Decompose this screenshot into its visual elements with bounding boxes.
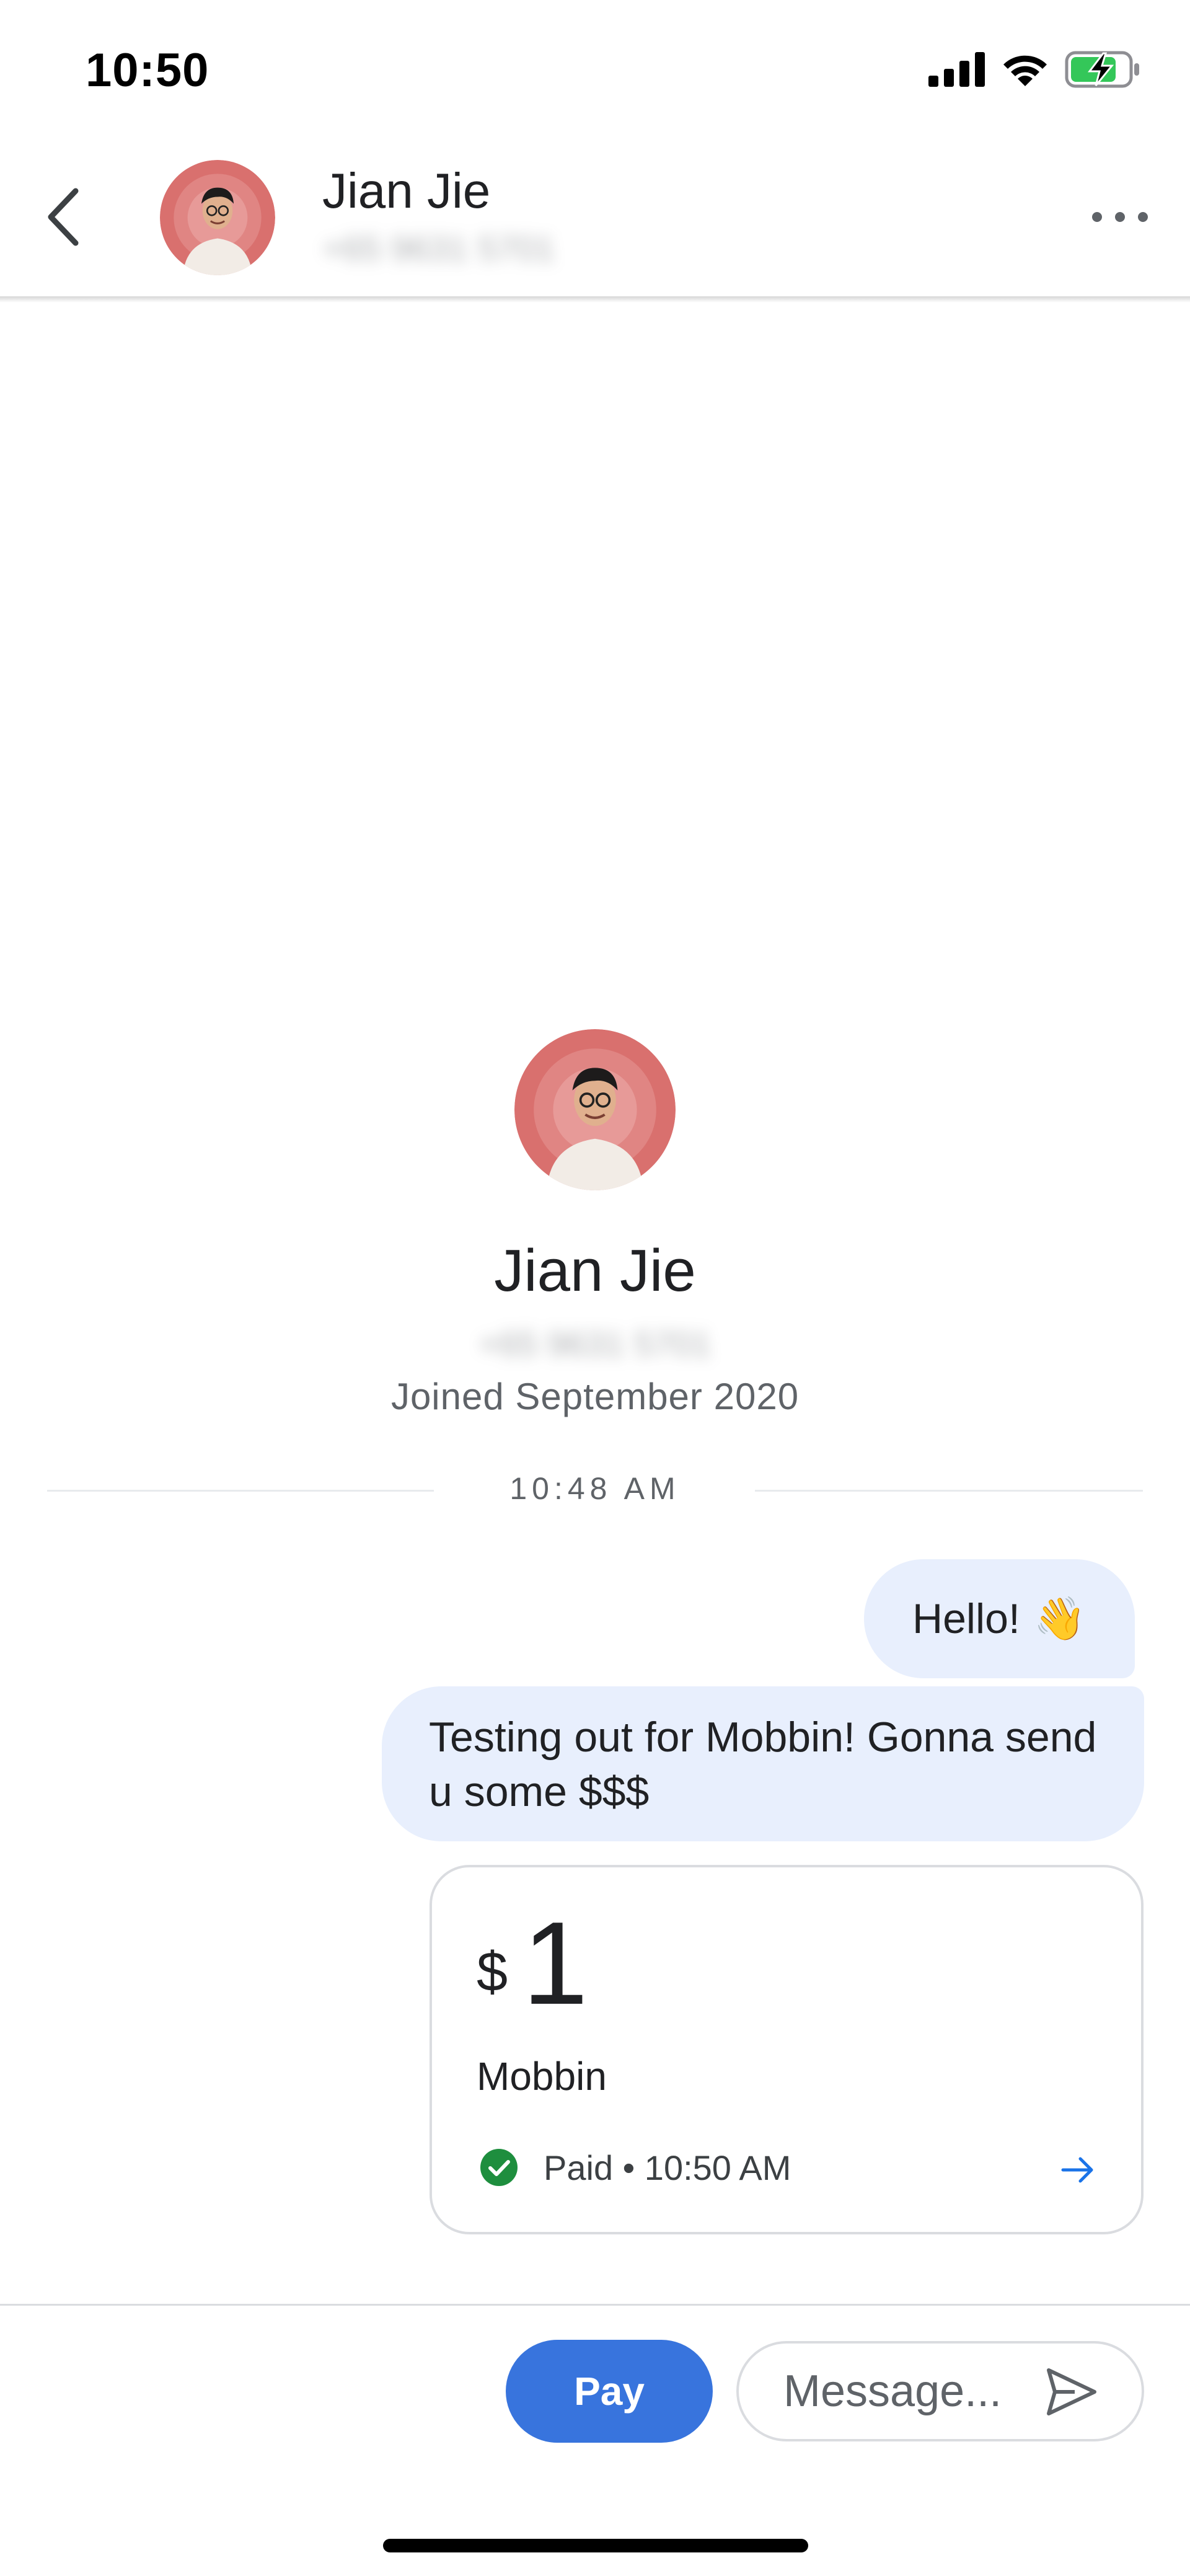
profile-phone: +65 9631 5701 bbox=[478, 1324, 712, 1363]
status-time: 10:50 bbox=[86, 44, 209, 97]
more-dot-icon bbox=[1115, 212, 1125, 222]
message-bubble[interactable]: Testing out for Mobbin! Gonna send u som… bbox=[382, 1686, 1144, 1841]
profile-joined-date: Joined September 2020 bbox=[390, 1376, 800, 1417]
send-icon[interactable] bbox=[1044, 2364, 1100, 2420]
arrow-right-icon[interactable] bbox=[1058, 2150, 1098, 2190]
profile-name: Jian Jie bbox=[494, 1237, 696, 1304]
chevron-left-icon bbox=[48, 188, 79, 246]
payment-note: Mobbin bbox=[477, 2054, 607, 2099]
payment-currency: $ bbox=[477, 1941, 508, 2003]
message-timestamp: 10:48 AM bbox=[509, 1471, 681, 1506]
avatar-photo bbox=[160, 160, 275, 275]
pay-button[interactable]: Pay bbox=[506, 2340, 713, 2443]
composer-divider bbox=[0, 2304, 1190, 2306]
more-dot-icon bbox=[1138, 212, 1148, 222]
signal-icon bbox=[928, 52, 985, 87]
header-shadow bbox=[0, 296, 1190, 303]
more-dot-icon bbox=[1092, 212, 1102, 222]
status-icons bbox=[928, 51, 1142, 88]
back-button[interactable] bbox=[38, 180, 88, 254]
message-placeholder: Message... bbox=[783, 2366, 1002, 2416]
payment-card[interactable]: $ 1 Mobbin Paid • 10:50 AM bbox=[430, 1865, 1144, 2234]
message-text: Testing out for Mobbin! Gonna send u som… bbox=[429, 1714, 1097, 1815]
payment-status: Paid • 10:50 AM bbox=[544, 2148, 791, 2187]
check-circle-icon bbox=[480, 2149, 518, 2186]
message-bubble[interactable]: Hello! 👋 bbox=[864, 1559, 1135, 1678]
contact-avatar[interactable] bbox=[160, 160, 275, 275]
header-contact-name: Jian Jie bbox=[322, 163, 491, 218]
message-text: Hello! bbox=[912, 1595, 1020, 1642]
waving-hand-emoji: 👋 bbox=[1033, 1595, 1086, 1642]
profile-avatar bbox=[514, 1029, 676, 1190]
battery-charging-icon bbox=[1065, 51, 1139, 88]
wifi-icon bbox=[1003, 55, 1047, 86]
avatar-photo bbox=[514, 1029, 676, 1190]
more-options-button[interactable] bbox=[1092, 198, 1148, 236]
payment-amount: 1 bbox=[522, 1898, 588, 2029]
header-contact-phone: +65 9631 5701 bbox=[322, 229, 555, 268]
home-indicator bbox=[383, 2539, 808, 2552]
